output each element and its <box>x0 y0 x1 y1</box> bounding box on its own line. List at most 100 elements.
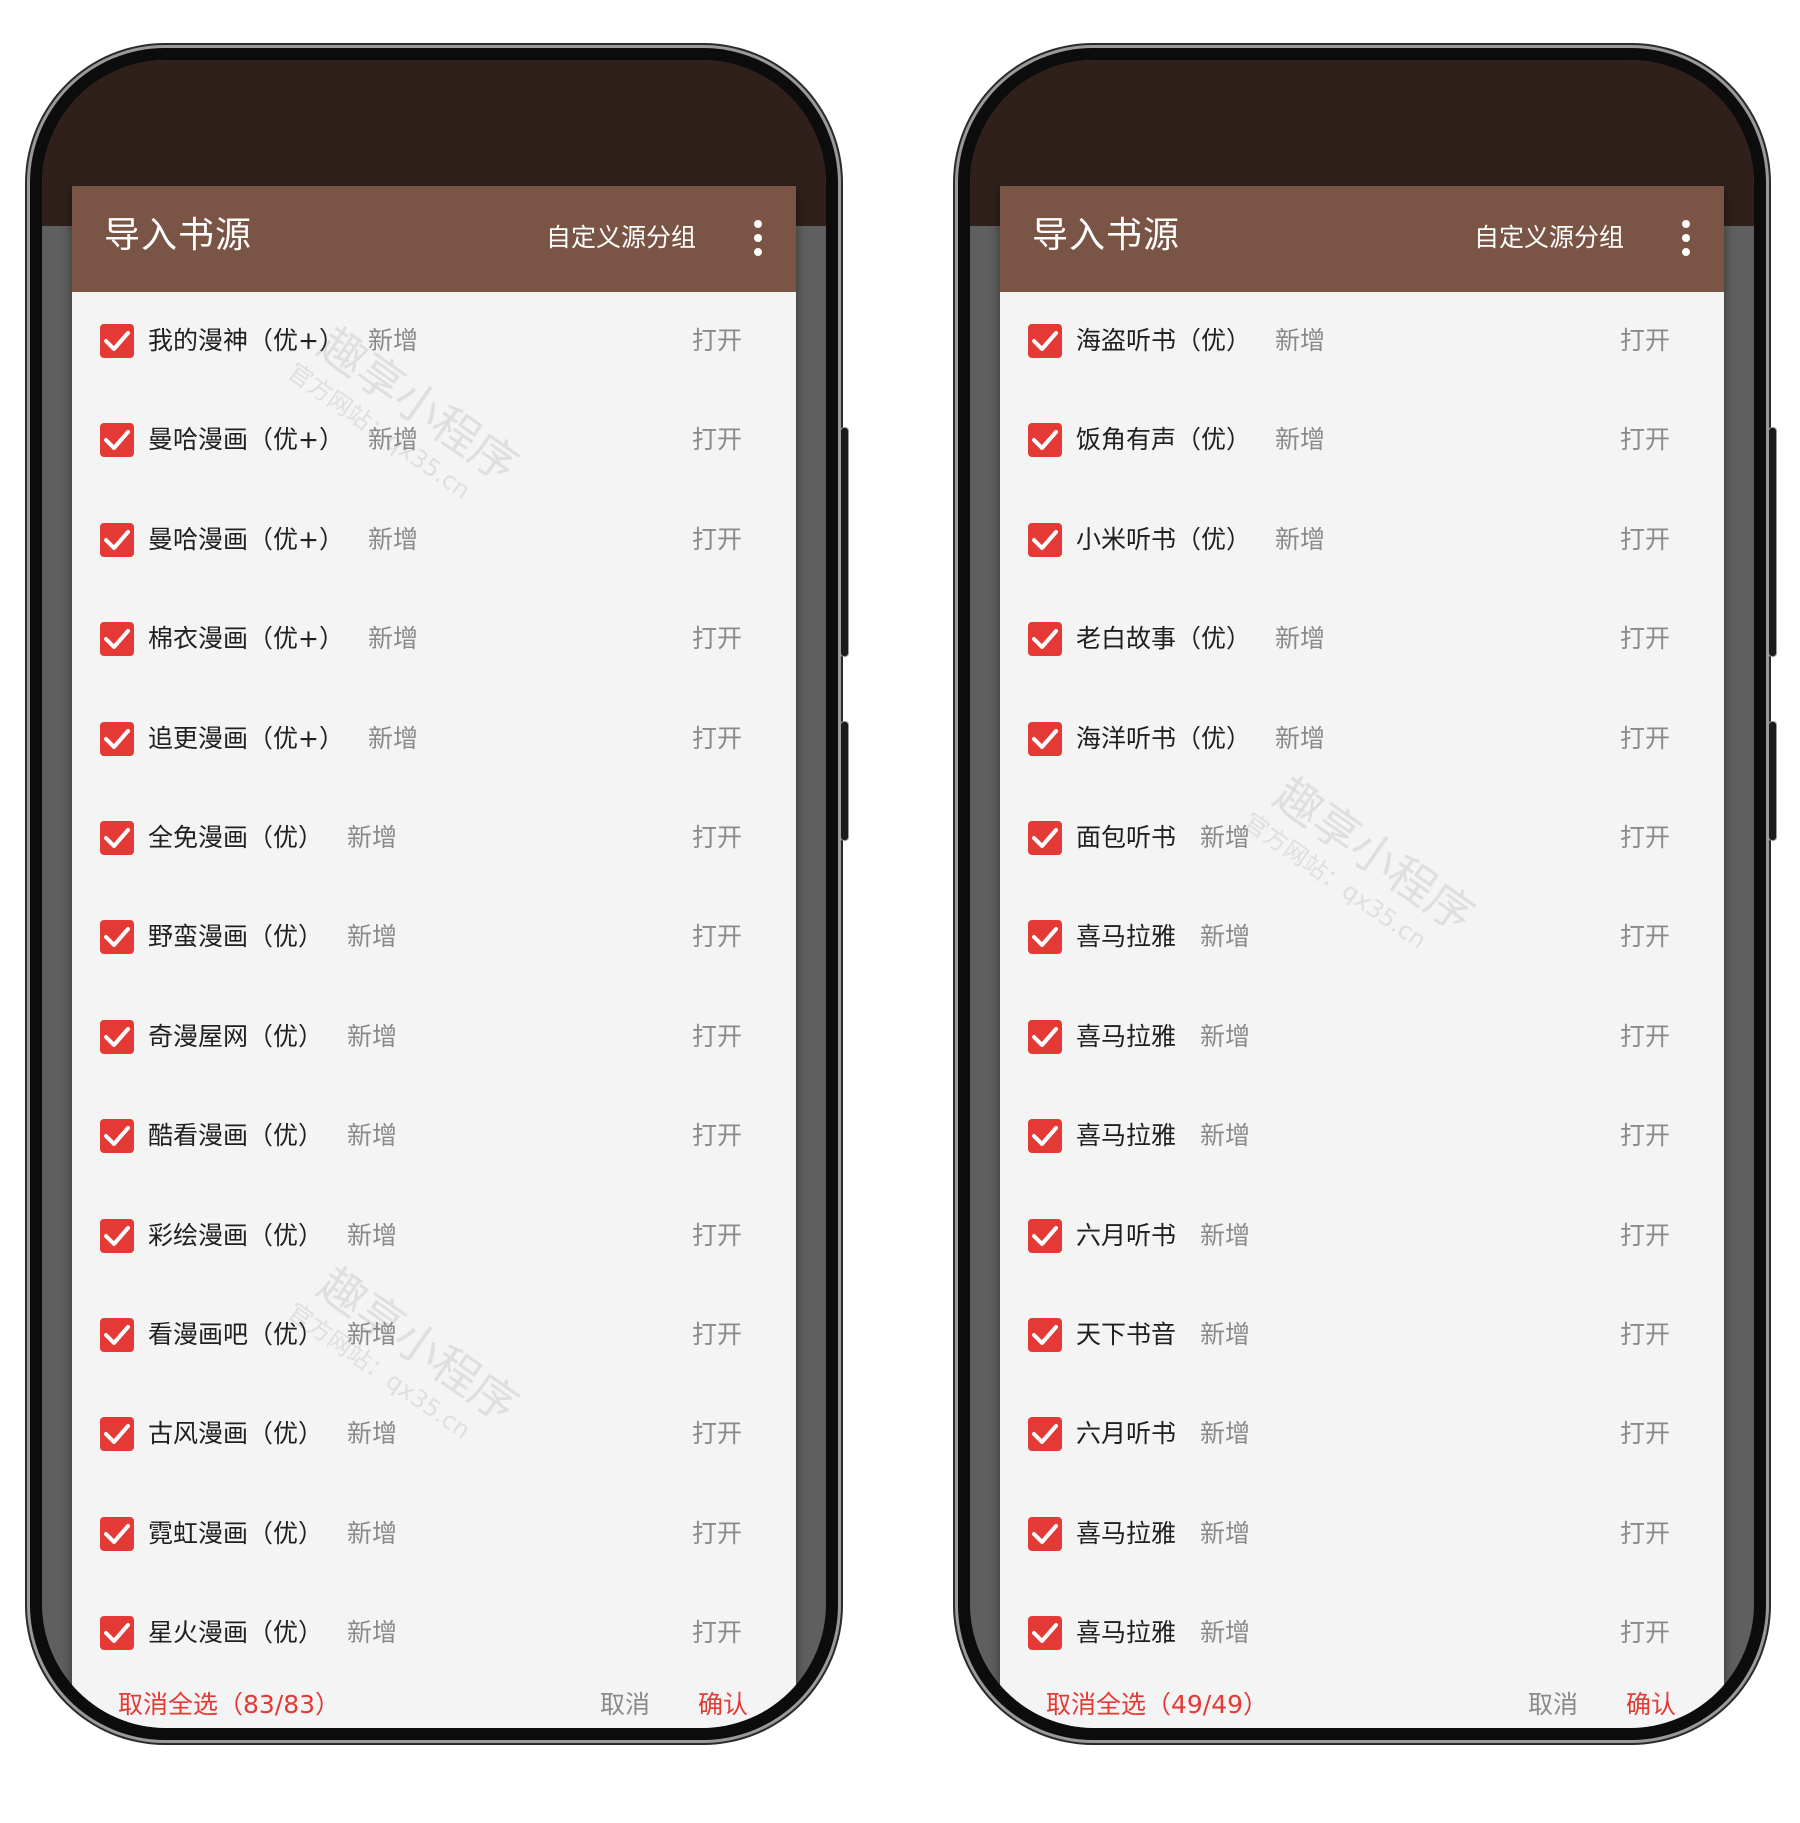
list-item: 小米听书（优） 新增 打开 <box>1000 491 1724 590</box>
open-button[interactable]: 打开 <box>692 423 742 457</box>
checkbox-checked-icon[interactable] <box>100 1417 134 1452</box>
checkbox-checked-icon[interactable] <box>100 1218 134 1253</box>
open-button[interactable]: 打开 <box>1620 622 1670 656</box>
list-item: 六月听书 新增 打开 <box>1000 1187 1724 1286</box>
checkbox-checked-icon[interactable] <box>100 423 134 458</box>
new-tag: 新增 <box>1275 624 1326 654</box>
open-button[interactable]: 打开 <box>1620 1020 1670 1054</box>
source-name: 面包听书 新增 <box>1076 822 1251 852</box>
more-vert-icon[interactable] <box>1680 220 1692 256</box>
source-name: 追更漫画（优+） 新增 <box>148 723 418 753</box>
checkbox-checked-icon[interactable] <box>1028 522 1062 557</box>
more-vert-icon[interactable] <box>752 220 764 256</box>
checkbox-checked-icon[interactable] <box>100 820 134 855</box>
checkbox-checked-icon[interactable] <box>1028 423 1062 458</box>
open-button[interactable]: 打开 <box>692 324 742 358</box>
source-name: 我的漫神（优+） 新增 <box>148 326 418 355</box>
source-name: 野蛮漫画（优） 新增 <box>148 922 398 952</box>
new-tag: 新增 <box>347 922 398 952</box>
checkbox-checked-icon[interactable] <box>100 1616 134 1651</box>
deselect-all-button[interactable]: 取消全选（83/83） <box>118 1688 340 1722</box>
checkbox-checked-icon[interactable] <box>100 1516 134 1551</box>
checkbox-checked-icon[interactable] <box>1028 622 1062 657</box>
new-tag: 新增 <box>1275 425 1326 455</box>
source-name: 星火漫画（优） 新增 <box>148 1618 398 1648</box>
cancel-button[interactable]: 取消 <box>600 1688 650 1722</box>
list-item: 酷看漫画（优） 新增 打开 <box>72 1087 796 1186</box>
open-button[interactable]: 打开 <box>692 1119 742 1153</box>
checkbox-checked-icon[interactable] <box>100 324 134 358</box>
open-button[interactable]: 打开 <box>692 1318 742 1352</box>
confirm-button[interactable]: 确认 <box>698 1688 748 1722</box>
open-button[interactable]: 打开 <box>1620 821 1670 855</box>
open-button[interactable]: 打开 <box>1620 423 1670 457</box>
screen-right: 导入书源 自定义源分组 海盗听书（优） 新增 打开 饭角有声（优） 新增 打开 小米听书… <box>970 60 1754 1728</box>
open-button[interactable]: 打开 <box>1620 1517 1670 1551</box>
open-button[interactable]: 打开 <box>692 1517 742 1551</box>
checkbox-checked-icon[interactable] <box>1028 721 1062 756</box>
cancel-button[interactable]: 取消 <box>1528 1688 1578 1722</box>
checkbox-checked-icon[interactable] <box>100 622 134 657</box>
list-item: 老白故事（优） 新增 打开 <box>1000 590 1724 689</box>
open-button[interactable]: 打开 <box>692 523 742 557</box>
checkbox-checked-icon[interactable] <box>1028 1516 1062 1551</box>
new-tag: 新增 <box>1200 922 1251 952</box>
checkbox-checked-icon[interactable] <box>100 1317 134 1352</box>
checkbox-checked-icon[interactable] <box>1028 324 1062 358</box>
new-tag: 新增 <box>347 1518 398 1548</box>
list-item: 全免漫画（优） 新增 打开 <box>72 789 796 888</box>
open-button[interactable]: 打开 <box>692 1020 742 1054</box>
deselect-all-button[interactable]: 取消全选（49/49） <box>1046 1688 1268 1722</box>
list-item: 喜马拉雅 新增 打开 <box>1000 988 1724 1087</box>
new-tag: 新增 <box>347 1618 398 1648</box>
open-button[interactable]: 打开 <box>692 1616 742 1650</box>
open-button[interactable]: 打开 <box>692 821 742 855</box>
open-button[interactable]: 打开 <box>1620 920 1670 954</box>
open-button[interactable]: 打开 <box>692 722 742 756</box>
custom-group-button[interactable]: 自定义源分组 <box>1474 222 1624 254</box>
new-tag: 新增 <box>347 1319 398 1349</box>
open-button[interactable]: 打开 <box>1620 1219 1670 1253</box>
checkbox-checked-icon[interactable] <box>1028 1218 1062 1253</box>
source-name: 天下书音 新增 <box>1076 1319 1251 1349</box>
checkbox-checked-icon[interactable] <box>1028 1317 1062 1352</box>
open-button[interactable]: 打开 <box>1620 1616 1670 1650</box>
checkbox-checked-icon[interactable] <box>100 721 134 756</box>
checkbox-checked-icon[interactable] <box>100 1019 134 1054</box>
open-button[interactable]: 打开 <box>1620 1417 1670 1451</box>
source-name: 六月听书 新增 <box>1076 1220 1251 1250</box>
open-button[interactable]: 打开 <box>1620 1318 1670 1352</box>
checkbox-checked-icon[interactable] <box>100 1119 134 1154</box>
checkbox-checked-icon[interactable] <box>1028 1019 1062 1054</box>
list-item: 追更漫画（优+） 新增 打开 <box>72 690 796 789</box>
confirm-button[interactable]: 确认 <box>1626 1688 1676 1722</box>
open-button[interactable]: 打开 <box>1620 324 1670 358</box>
checkbox-checked-icon[interactable] <box>100 920 134 955</box>
checkbox-checked-icon[interactable] <box>1028 1417 1062 1452</box>
source-name: 看漫画吧（优） 新增 <box>148 1319 398 1349</box>
open-button[interactable]: 打开 <box>1620 722 1670 756</box>
new-tag: 新增 <box>1275 524 1326 554</box>
checkbox-checked-icon[interactable] <box>1028 1119 1062 1154</box>
open-button[interactable]: 打开 <box>692 1219 742 1253</box>
open-button[interactable]: 打开 <box>692 622 742 656</box>
checkbox-checked-icon[interactable] <box>1028 820 1062 855</box>
new-tag: 新增 <box>367 624 418 654</box>
new-tag: 新增 <box>347 1220 398 1250</box>
list-item: 饭角有声（优） 新增 打开 <box>1000 391 1724 490</box>
new-tag: 新增 <box>347 1121 398 1151</box>
checkbox-checked-icon[interactable] <box>100 522 134 557</box>
open-button[interactable]: 打开 <box>692 1417 742 1451</box>
source-name: 喜马拉雅 新增 <box>1076 1618 1251 1648</box>
checkbox-checked-icon[interactable] <box>1028 1616 1062 1651</box>
open-button[interactable]: 打开 <box>1620 523 1670 557</box>
list-item: 曼哈漫画（优+） 新增 打开 <box>72 391 796 490</box>
checkbox-checked-icon[interactable] <box>1028 920 1062 955</box>
open-button[interactable]: 打开 <box>692 920 742 954</box>
custom-group-button[interactable]: 自定义源分组 <box>546 222 696 254</box>
toolbar: 导入书源 自定义源分组 <box>72 186 796 292</box>
source-name: 古风漫画（优） 新增 <box>148 1419 398 1449</box>
open-button[interactable]: 打开 <box>1620 1119 1670 1153</box>
new-tag: 新增 <box>347 1021 398 1051</box>
dialog-footer: 取消全选（83/83） 取消 确认 <box>72 1664 796 1728</box>
